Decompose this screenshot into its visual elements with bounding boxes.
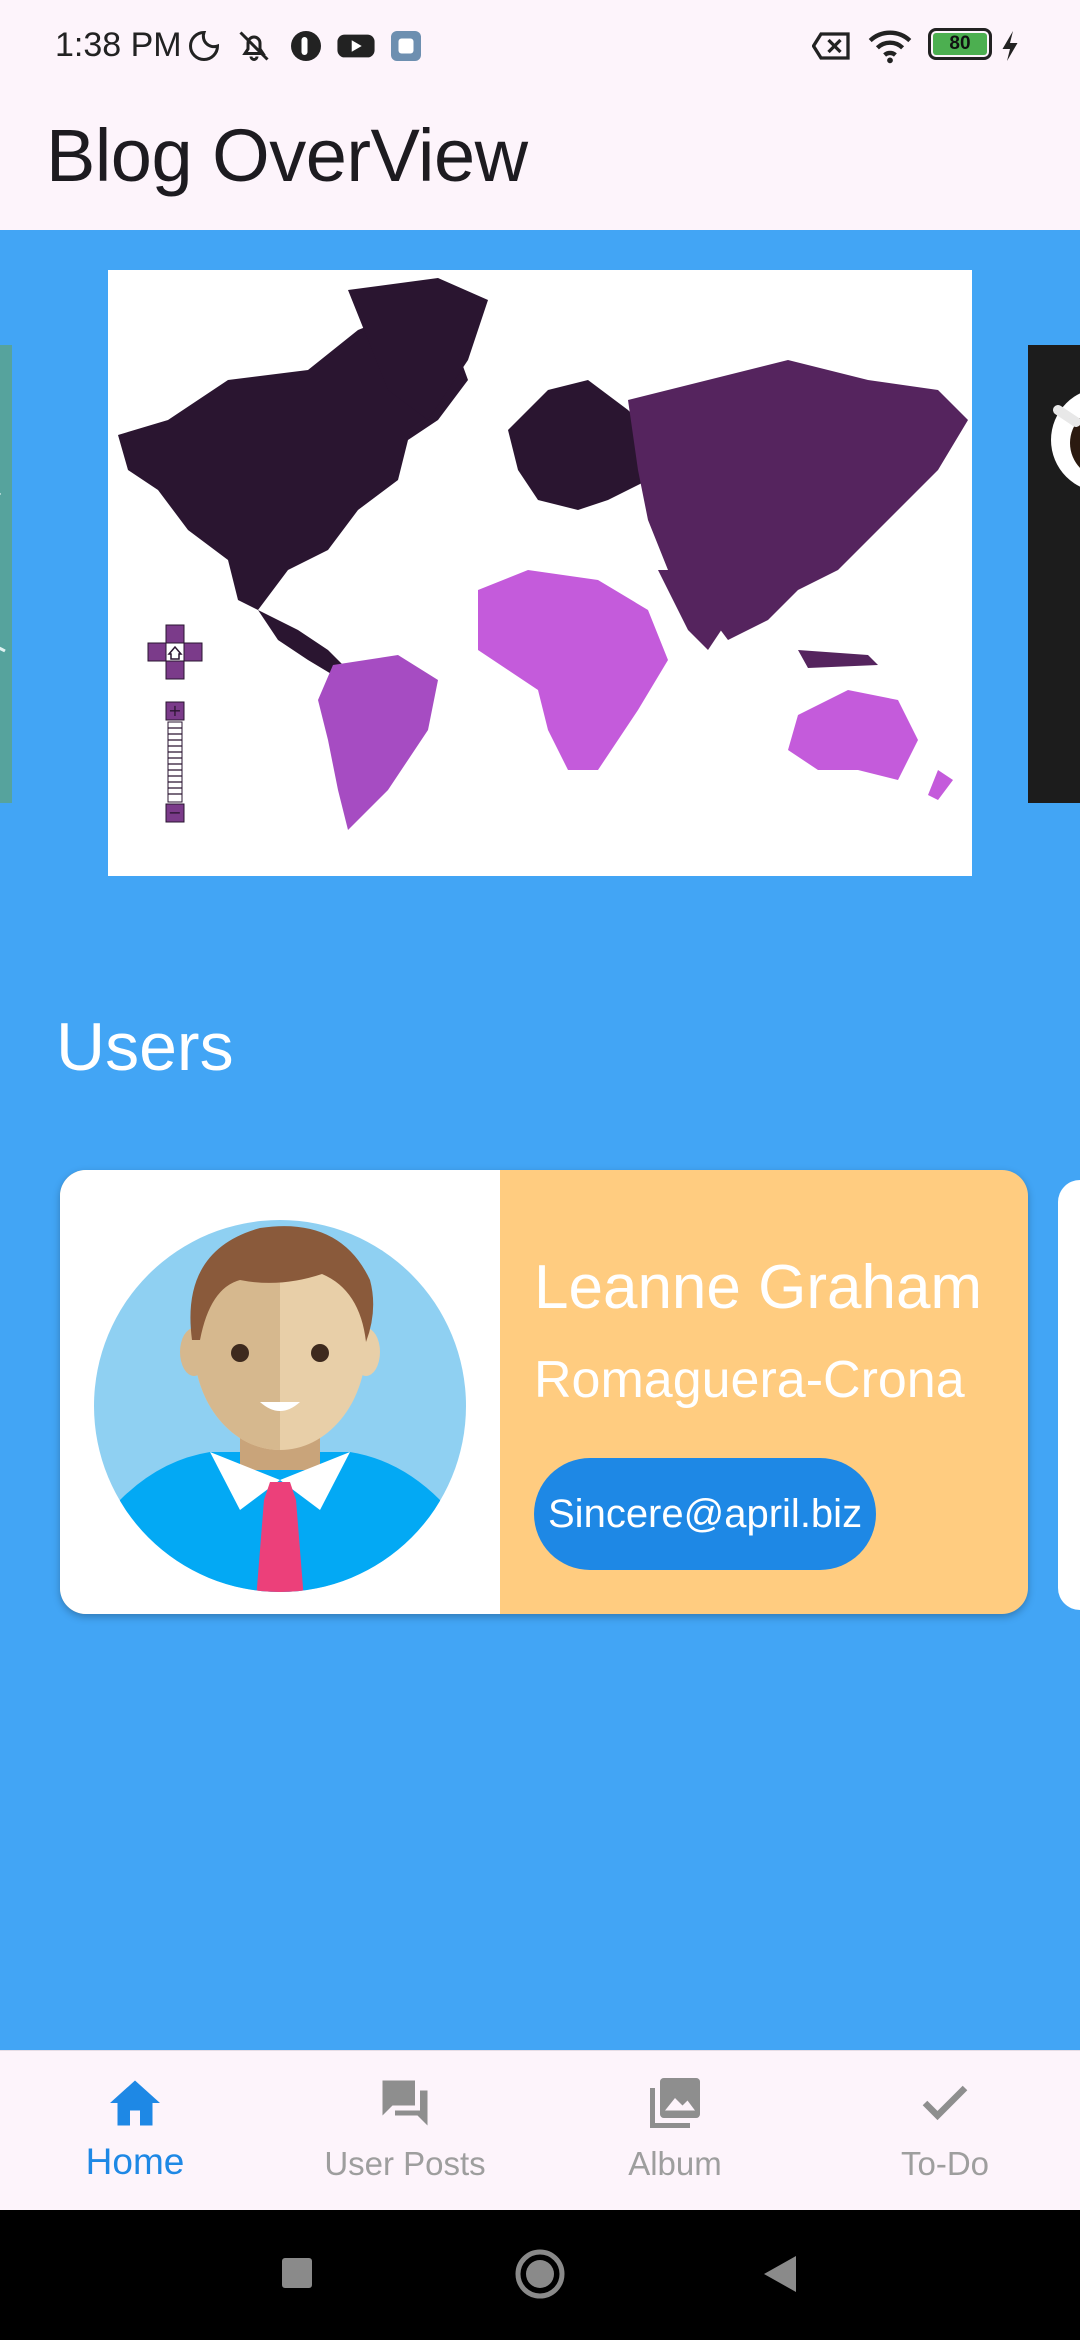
image-carousel[interactable]: + −: [0, 230, 1080, 910]
coffee-cup-image: [1028, 345, 1080, 803]
world-map-image: + −: [108, 270, 972, 876]
home-icon: [110, 2080, 160, 2126]
user-avatar-container: [60, 1170, 500, 1614]
system-navigation-bar: [0, 2210, 1080, 2340]
user-card[interactable]: Leanne Graham Romaguera-Crona Sincere@ap…: [60, 1170, 1028, 1614]
charging-icon: [1002, 31, 1018, 61]
check-icon: [922, 2085, 968, 2121]
battery-icon: 80: [928, 28, 992, 60]
nav-item-home[interactable]: Home: [0, 2051, 270, 2211]
map-zoom-control[interactable]: + −: [165, 701, 185, 823]
user-company: Romaguera-Crona: [534, 1351, 965, 1409]
photo-library-icon: [650, 2078, 700, 2128]
no-sim-icon: [812, 32, 850, 60]
nav-label-user-posts: User Posts: [324, 2145, 486, 2182]
home-button-icon[interactable]: [514, 2248, 566, 2300]
carousel-slide-next[interactable]: [1028, 345, 1080, 803]
nav-item-album[interactable]: Album: [540, 2051, 810, 2211]
next-user-card-peek[interactable]: [1058, 1180, 1080, 1610]
svg-text:+: +: [168, 701, 181, 720]
youtube-icon: [337, 34, 375, 58]
status-time: 1:38 PM: [55, 26, 182, 64]
avatar: [94, 1220, 466, 1592]
user-info: Leanne Graham Romaguera-Crona Sincere@ap…: [500, 1170, 1028, 1614]
user-email-button[interactable]: Sincere@april.biz: [534, 1458, 877, 1570]
nav-item-todo[interactable]: To-Do: [810, 2051, 1080, 2211]
moon-icon: [189, 30, 220, 61]
battery-level: 80: [933, 33, 987, 55]
svg-text:−: −: [168, 803, 181, 822]
mute-bell-icon: [239, 31, 269, 61]
forum-icon: [382, 2080, 428, 2126]
teal-landscape-image: [0, 345, 12, 803]
carousel-slide-world-map[interactable]: + −: [108, 270, 972, 876]
bottom-navigation: Home User Posts Album To-Do: [0, 2050, 1080, 2210]
status-bar: 1:38 PM 80: [0, 0, 1080, 95]
users-section-title: Users: [56, 1009, 234, 1085]
gallery-icon: [391, 31, 421, 61]
user-name: Leanne Graham: [534, 1253, 983, 1322]
app-icon: [291, 31, 321, 61]
app-bar: Blog OverView: [0, 95, 1080, 230]
back-icon[interactable]: [762, 2254, 798, 2294]
recents-icon[interactable]: [280, 2256, 314, 2290]
nav-label-todo: To-Do: [900, 2145, 990, 2182]
page-title: Blog OverView: [46, 114, 528, 197]
nav-label-album: Album: [628, 2145, 722, 2182]
nav-label-home: Home: [85, 2141, 185, 2182]
wifi-icon: [868, 30, 912, 64]
nav-item-user-posts[interactable]: User Posts: [270, 2051, 540, 2211]
carousel-slide-previous[interactable]: [0, 345, 12, 803]
